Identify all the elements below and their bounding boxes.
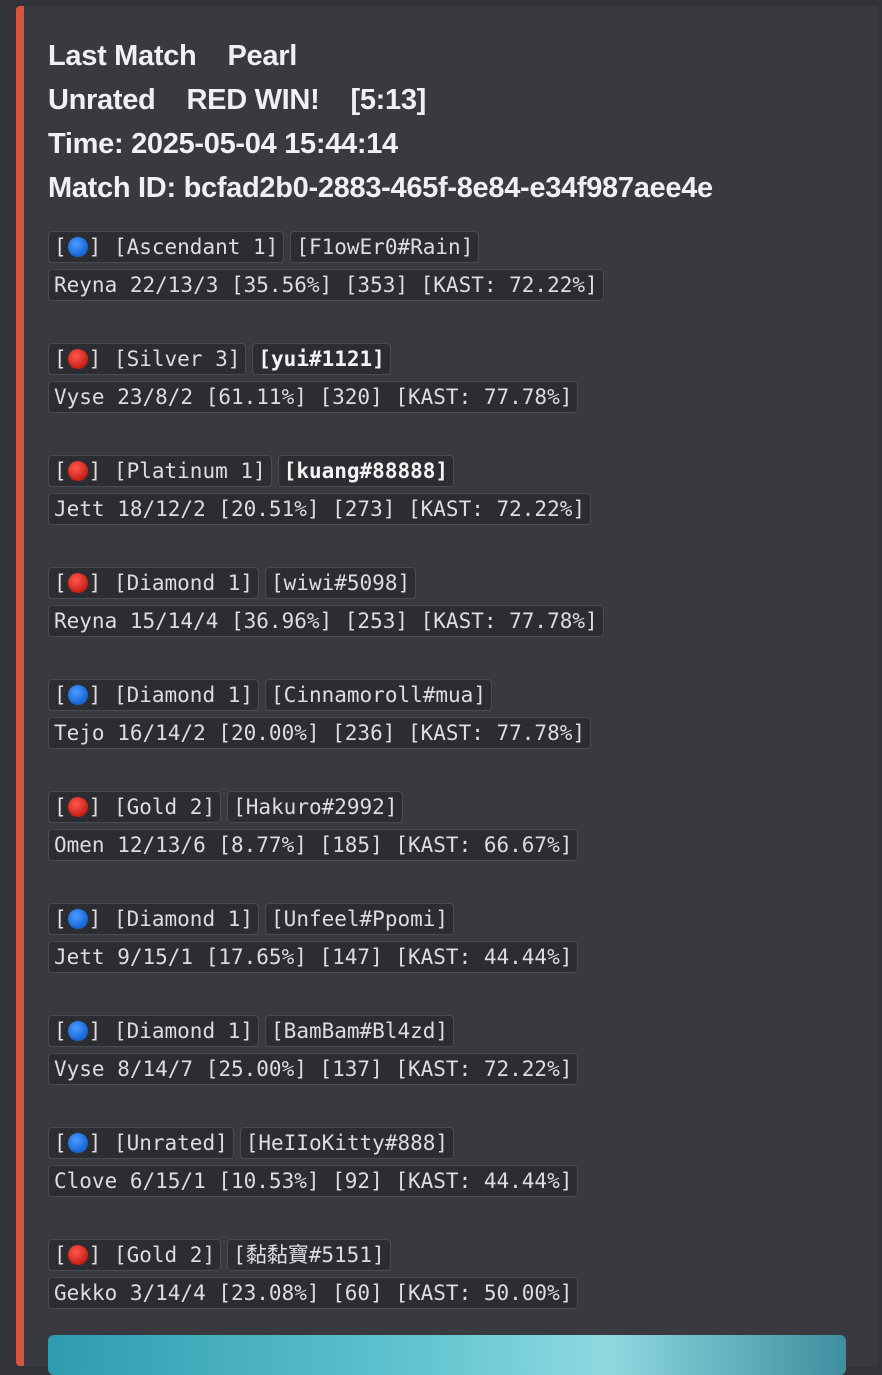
player-info-row: [] [Unrated] [HeIIoKitty#888] xyxy=(48,1124,878,1162)
player-rank: [Gold 2] xyxy=(113,795,216,819)
header-line-result: Unrated RED WIN! [5:13] xyxy=(48,78,878,122)
player-name: [wiwi#5098] xyxy=(265,567,417,599)
time-value: 2025-05-04 15:44:14 xyxy=(131,128,398,160)
red-circle-icon xyxy=(67,1245,88,1265)
player-rank: [Diamond 1] xyxy=(113,907,254,931)
player-list: [] [Ascendant 1] [F1owEr0#Rain] Reyna 22/1… xyxy=(48,228,878,1348)
player-entry: [] [Ascendant 1] [F1owEr0#Rain] Reyna 22/1… xyxy=(48,228,878,340)
player-stats-row: Tejo 16/14/2 [20.00%] [236] [KAST: 77.78… xyxy=(48,714,878,752)
player-rank: [Silver 3] xyxy=(113,347,241,371)
player-stats: Tejo 16/14/2 [20.00%] [236] [KAST: 77.78… xyxy=(48,717,592,749)
player-rank: [Platinum 1] xyxy=(113,459,266,483)
team-indicator: [] [Ascendant 1] xyxy=(48,231,285,263)
player-entry: [] [Diamond 1] [BamBam#Bl4zd] Vyse 8/14/7 … xyxy=(48,1012,878,1124)
player-rank: [Gold 2] xyxy=(113,1243,216,1267)
player-info-row: [] [Diamond 1] [wiwi#5098] xyxy=(48,564,878,602)
player-stats: Vyse 8/14/7 [25.00%] [137] [KAST: 72.22%… xyxy=(48,1053,579,1085)
player-stats-row: Jett 18/12/2 [20.51%] [273] [KAST: 72.22… xyxy=(48,490,878,528)
player-stats-row: Vyse 8/14/7 [25.00%] [137] [KAST: 72.22%… xyxy=(48,1050,878,1088)
player-stats-row: Jett 9/15/1 [17.65%] [147] [KAST: 44.44%… xyxy=(48,938,878,976)
blue-circle-icon xyxy=(67,1133,88,1153)
player-info-row: [] [Ascendant 1] [F1owEr0#Rain] xyxy=(48,228,878,266)
player-name: [F1owEr0#Rain] xyxy=(290,231,480,263)
match-embed: Last Match Pearl Unrated RED WIN! [5:13]… xyxy=(16,6,878,1366)
blue-circle-icon xyxy=(67,685,88,705)
player-stats: Reyna 22/13/3 [35.56%] [353] [KAST: 72.2… xyxy=(48,269,604,301)
player-name: [kuang#88888] xyxy=(277,455,455,487)
match-result: RED WIN! xyxy=(186,84,320,116)
player-entry: [] [Diamond 1] [Unfeel#Ppomi] Jett 9/15/1 … xyxy=(48,900,878,1012)
player-stats: Jett 18/12/2 [20.51%] [273] [KAST: 72.22… xyxy=(48,493,592,525)
player-info-row: [] [Gold 2] [黏黏寶#5151] xyxy=(48,1236,878,1274)
player-name: [Cinnamoroll#mua] xyxy=(265,679,492,711)
player-info-row: [] [Diamond 1] [BamBam#Bl4zd] xyxy=(48,1012,878,1050)
player-rank: [Unrated] xyxy=(113,1131,228,1155)
header-line-map: Last Match Pearl xyxy=(48,34,878,78)
player-name: [HeIIoKitty#888] xyxy=(239,1127,455,1159)
match-id-value: bcfad2b0-2883-465f-8e84-e34f987aee4e xyxy=(183,172,714,204)
player-stats-row: Vyse 23/8/2 [61.11%] [320] [KAST: 77.78%… xyxy=(48,378,878,416)
player-info-row: [] [Platinum 1] [kuang#88888] xyxy=(48,452,878,490)
red-circle-icon xyxy=(67,797,88,817)
team-indicator: [] [Gold 2] xyxy=(48,791,222,823)
red-circle-icon xyxy=(67,573,88,593)
team-indicator: [] [Platinum 1] xyxy=(48,455,272,487)
blue-circle-icon xyxy=(67,909,88,929)
player-stats: Reyna 15/14/4 [36.96%] [253] [KAST: 77.7… xyxy=(48,605,604,637)
player-stats-row: Gekko 3/14/4 [23.08%] [60] [KAST: 50.00%… xyxy=(48,1274,878,1312)
player-stats: Clove 6/15/1 [10.53%] [92] [KAST: 44.44%… xyxy=(48,1165,579,1197)
player-entry: [] [Silver 3] [yui#1121] Vyse 23/8/2 [61.1… xyxy=(48,340,878,452)
header-line-time: Time: 2025-05-04 15:44:14 xyxy=(48,122,878,166)
player-stats: Vyse 23/8/2 [61.11%] [320] [KAST: 77.78%… xyxy=(48,381,579,413)
player-stats-row: Reyna 15/14/4 [36.96%] [253] [KAST: 77.7… xyxy=(48,602,878,640)
team-indicator: [] [Diamond 1] xyxy=(48,567,260,599)
player-name: [黏黏寶#5151] xyxy=(227,1239,391,1271)
player-info-row: [] [Diamond 1] [Cinnamoroll#mua] xyxy=(48,676,878,714)
red-circle-icon xyxy=(67,461,88,481)
player-entry: [] [Gold 2] [黏黏寶#5151] Gekko 3/14/4 [23.08… xyxy=(48,1236,878,1348)
player-rank: [Diamond 1] xyxy=(113,571,254,595)
red-circle-icon xyxy=(67,349,88,369)
team-indicator: [] [Unrated] xyxy=(48,1127,234,1159)
blue-circle-icon xyxy=(67,237,88,257)
player-name: [BamBam#Bl4zd] xyxy=(265,1015,455,1047)
player-stats-row: Clove 6/15/1 [10.53%] [92] [KAST: 44.44%… xyxy=(48,1162,878,1200)
player-rank: [Ascendant 1] xyxy=(113,235,279,259)
player-rank: [Diamond 1] xyxy=(113,683,254,707)
player-stats: Omen 12/13/6 [8.77%] [185] [KAST: 66.67%… xyxy=(48,829,579,861)
map-name: Pearl xyxy=(227,40,298,72)
player-info-row: [] [Diamond 1] [Unfeel#Ppomi] xyxy=(48,900,878,938)
blue-circle-icon xyxy=(67,1021,88,1041)
player-stats-row: Omen 12/13/6 [8.77%] [185] [KAST: 66.67%… xyxy=(48,826,878,864)
time-label: Time: xyxy=(48,128,124,160)
player-rank: [Diamond 1] xyxy=(113,1019,254,1043)
team-indicator: [] [Diamond 1] xyxy=(48,679,260,711)
player-info-row: [] [Silver 3] [yui#1121] xyxy=(48,340,878,378)
player-entry: [] [Diamond 1] [wiwi#5098] Reyna 15/14/4 [… xyxy=(48,564,878,676)
player-name: [Hakuro#2992] xyxy=(227,791,404,823)
match-image[interactable] xyxy=(48,1335,846,1375)
player-info-row: [] [Gold 2] [Hakuro#2992] xyxy=(48,788,878,826)
team-indicator: [] [Diamond 1] xyxy=(48,1015,260,1047)
header-line-match-id: Match ID: bcfad2b0-2883-465f-8e84-e34f98… xyxy=(48,166,878,210)
team-indicator: [] [Gold 2] xyxy=(48,1239,222,1271)
player-stats-row: Reyna 22/13/3 [35.56%] [353] [KAST: 72.2… xyxy=(48,266,878,304)
player-stats: Gekko 3/14/4 [23.08%] [60] [KAST: 50.00%… xyxy=(48,1277,579,1309)
game-mode: Unrated xyxy=(48,84,156,116)
team-indicator: [] [Diamond 1] xyxy=(48,903,260,935)
player-entry: [] [Unrated] [HeIIoKitty#888] Clove 6/15/1… xyxy=(48,1124,878,1236)
player-name: [yui#1121] xyxy=(252,343,391,375)
match-score: [5:13] xyxy=(350,84,427,116)
team-indicator: [] [Silver 3] xyxy=(48,343,247,375)
last-match-label: Last Match xyxy=(48,40,197,72)
player-entry: [] [Diamond 1] [Cinnamoroll#mua] Tejo 16/1… xyxy=(48,676,878,788)
match-id-label: Match ID: xyxy=(48,172,176,204)
player-entry: [] [Gold 2] [Hakuro#2992] Omen 12/13/6 [8.… xyxy=(48,788,878,900)
player-stats: Jett 9/15/1 [17.65%] [147] [KAST: 44.44%… xyxy=(48,941,579,973)
player-name: [Unfeel#Ppomi] xyxy=(265,903,455,935)
player-entry: [] [Platinum 1] [kuang#88888] Jett 18/12/2… xyxy=(48,452,878,564)
